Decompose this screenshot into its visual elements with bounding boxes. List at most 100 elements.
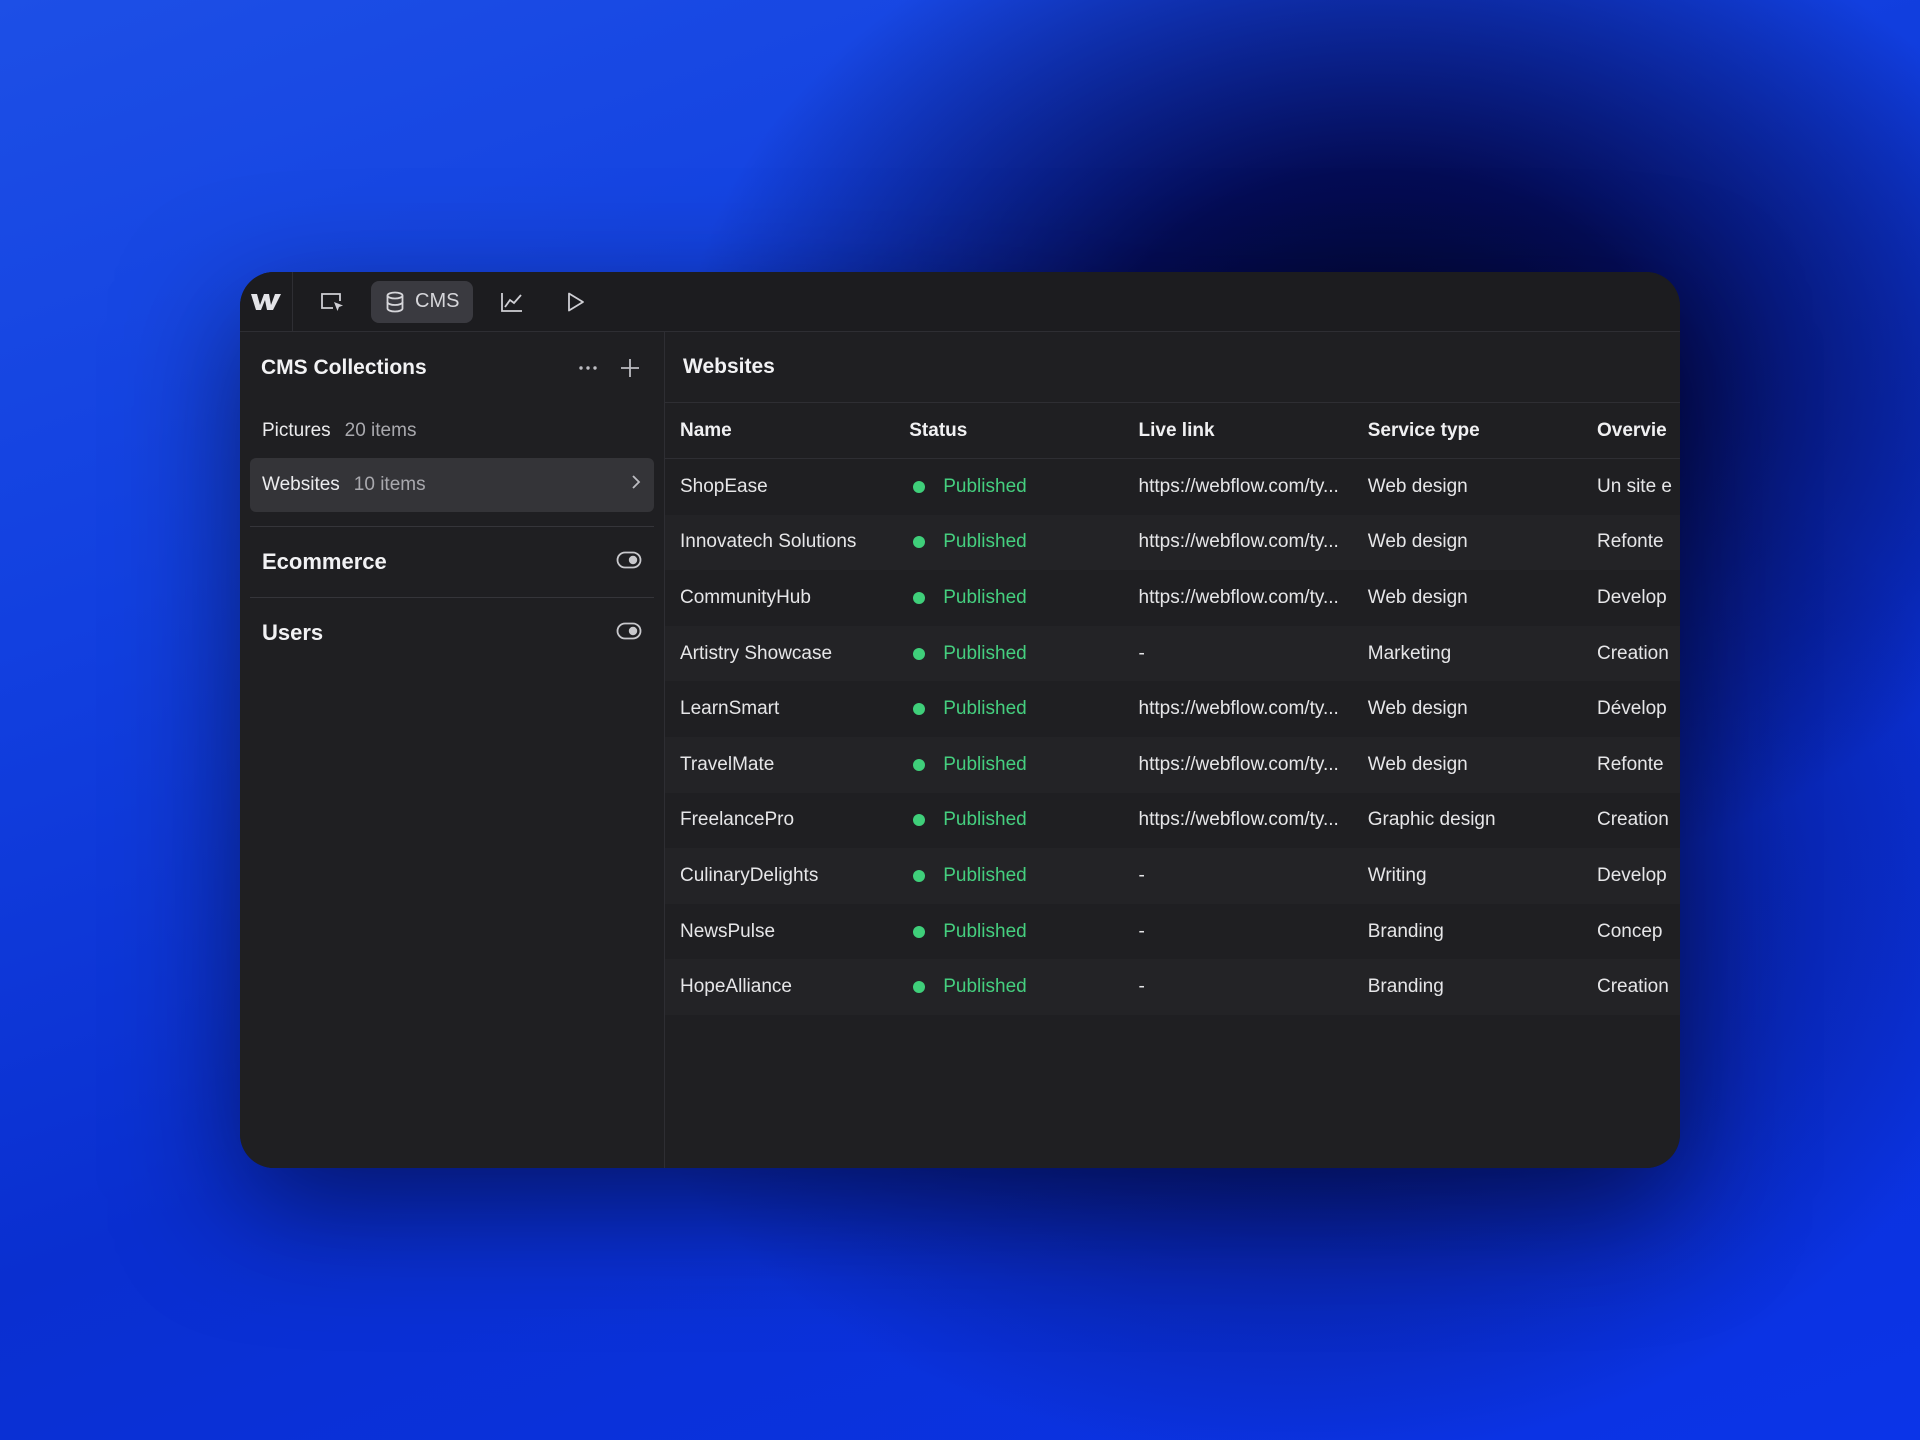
status-cell: Published <box>909 698 1138 720</box>
service-type: Writing <box>1367 864 1427 886</box>
overview: Concep <box>1597 920 1663 942</box>
live-link[interactable]: https://webflow.com/ty... <box>1139 587 1368 609</box>
visibility-toggle-icon[interactable] <box>616 550 642 575</box>
analytics-tab[interactable] <box>487 281 537 323</box>
collection-item-pictures[interactable]: Pictures 20 items <box>250 404 654 458</box>
cursor-select-icon <box>321 292 343 311</box>
status-dot-icon <box>913 536 926 549</box>
item-name: CulinaryDelights <box>680 864 819 886</box>
status-dot-icon <box>913 981 926 994</box>
collection-content: Websites Name Status Live link Service t… <box>665 332 1680 1168</box>
chevron-right-icon <box>630 473 642 497</box>
item-name: LearnSmart <box>680 698 780 720</box>
service-type: Web design <box>1367 753 1468 775</box>
status-badge: Published <box>943 698 1027 720</box>
section-ecommerce[interactable]: Ecommerce <box>250 527 654 597</box>
item-name: Innovatech Solutions <box>680 531 857 553</box>
items-table: Name Status Live link Service type Overv… <box>665 403 1680 1015</box>
table-row[interactable]: Innovatech Solutions Published https://web… <box>665 514 1680 571</box>
chart-icon <box>501 292 523 312</box>
table-row[interactable]: LearnSmart Published https://webflow.com/t… <box>665 681 1680 737</box>
tab-cms[interactable]: CMS <box>371 280 474 323</box>
section-users[interactable]: Users <box>250 598 654 668</box>
item-name: Artistry Showcase <box>680 642 833 664</box>
column-header-live-link[interactable]: Live link <box>1139 420 1368 442</box>
designer-tab[interactable] <box>307 281 357 323</box>
live-link[interactable]: - <box>1139 865 1368 887</box>
overview: Creation <box>1597 642 1669 664</box>
overview: Refonte <box>1597 531 1664 553</box>
column-header-overview[interactable]: Overvie <box>1597 420 1680 442</box>
collection-title: Websites <box>683 355 775 378</box>
table-row[interactable]: CulinaryDelights Published - Writing Develop <box>665 848 1680 904</box>
live-link[interactable]: https://webflow.com/ty... <box>1139 476 1368 498</box>
overview: Creation <box>1597 976 1669 998</box>
status-cell: Published <box>909 865 1138 887</box>
live-link[interactable]: https://webflow.com/ty... <box>1139 754 1368 776</box>
status-dot-icon <box>913 480 926 493</box>
visibility-toggle-icon[interactable] <box>616 621 642 646</box>
service-type: Marketing <box>1367 642 1452 664</box>
status-badge: Published <box>943 531 1027 553</box>
webflow-logo[interactable] <box>240 272 293 331</box>
collection-count: 20 items <box>344 420 417 441</box>
collection-name: Websites <box>262 474 340 495</box>
column-header-service-type[interactable]: Service type <box>1368 420 1597 442</box>
status-cell: Published <box>909 976 1138 998</box>
status-cell: Published <box>909 531 1138 553</box>
status-dot-icon <box>913 703 926 716</box>
column-header-status[interactable]: Status <box>909 420 1138 442</box>
table-row[interactable]: ShopEase Published https://webflow.com/ty.… <box>665 459 1680 515</box>
overview: Develop <box>1597 864 1667 886</box>
status-cell: Published <box>909 587 1138 609</box>
sidebar-header: CMS Collections <box>240 332 664 404</box>
table-body: ShopEase Published https://webflow.com/ty.… <box>665 459 1680 1015</box>
status-badge: Published <box>943 920 1027 942</box>
table-row[interactable]: HopeAlliance Published - Branding Creation <box>665 959 1680 1015</box>
cms-window: CMS CMS Collections Pictures 20 items We… <box>240 272 1680 1168</box>
status-dot-icon <box>913 591 926 604</box>
collection-count: 10 items <box>353 474 426 495</box>
service-type: Web design <box>1367 531 1468 553</box>
item-name: FreelancePro <box>680 809 795 831</box>
table-row[interactable]: FreelancePro Published https://webflow.com… <box>665 793 1680 849</box>
table-row[interactable]: TravelMate Published https://webflow.com/t… <box>665 736 1680 793</box>
overview: Develop <box>1597 586 1667 608</box>
play-icon <box>568 292 585 311</box>
top-toolbar: CMS <box>240 272 1680 332</box>
table-row[interactable]: CommunityHub Published https://webflow.com… <box>665 570 1680 626</box>
webflow-logo-icon <box>251 293 281 310</box>
status-badge: Published <box>943 976 1027 998</box>
live-link[interactable]: https://webflow.com/ty... <box>1139 531 1368 553</box>
status-dot-icon <box>913 814 926 827</box>
status-dot-icon <box>913 647 926 660</box>
status-cell: Published <box>909 921 1138 943</box>
status-dot-icon <box>913 869 926 882</box>
collections-sidebar: CMS Collections Pictures 20 items Websit… <box>240 332 665 1168</box>
live-link[interactable]: https://webflow.com/ty... <box>1139 698 1368 720</box>
status-badge: Published <box>943 864 1027 886</box>
overview: Un site e <box>1597 475 1672 497</box>
overview: Creation <box>1597 809 1669 831</box>
more-options-icon[interactable] <box>574 354 602 382</box>
service-type: Web design <box>1367 475 1468 497</box>
preview-tab[interactable] <box>551 281 599 323</box>
overview: Dévelop <box>1597 698 1667 720</box>
status-badge: Published <box>943 753 1027 775</box>
live-link[interactable]: - <box>1139 921 1368 943</box>
live-link[interactable]: - <box>1139 643 1368 665</box>
collection-header: Websites <box>665 332 1680 403</box>
status-cell: Published <box>909 643 1138 665</box>
status-badge: Published <box>943 475 1027 497</box>
add-collection-icon[interactable] <box>616 354 644 382</box>
collection-item-websites[interactable]: Websites 10 items <box>250 458 654 512</box>
live-link[interactable]: - <box>1139 976 1368 998</box>
live-link[interactable]: https://webflow.com/ty... <box>1139 809 1368 831</box>
table-row[interactable]: Artistry Showcase Published - Marketing Crea… <box>665 625 1680 682</box>
service-type: Graphic design <box>1367 809 1496 831</box>
item-name: ShopEase <box>680 475 768 497</box>
table-row[interactable]: NewsPulse Published - Branding Concep <box>665 904 1680 960</box>
column-header-name[interactable]: Name <box>680 420 909 442</box>
overview: Refonte <box>1597 753 1664 775</box>
status-badge: Published <box>943 809 1027 831</box>
